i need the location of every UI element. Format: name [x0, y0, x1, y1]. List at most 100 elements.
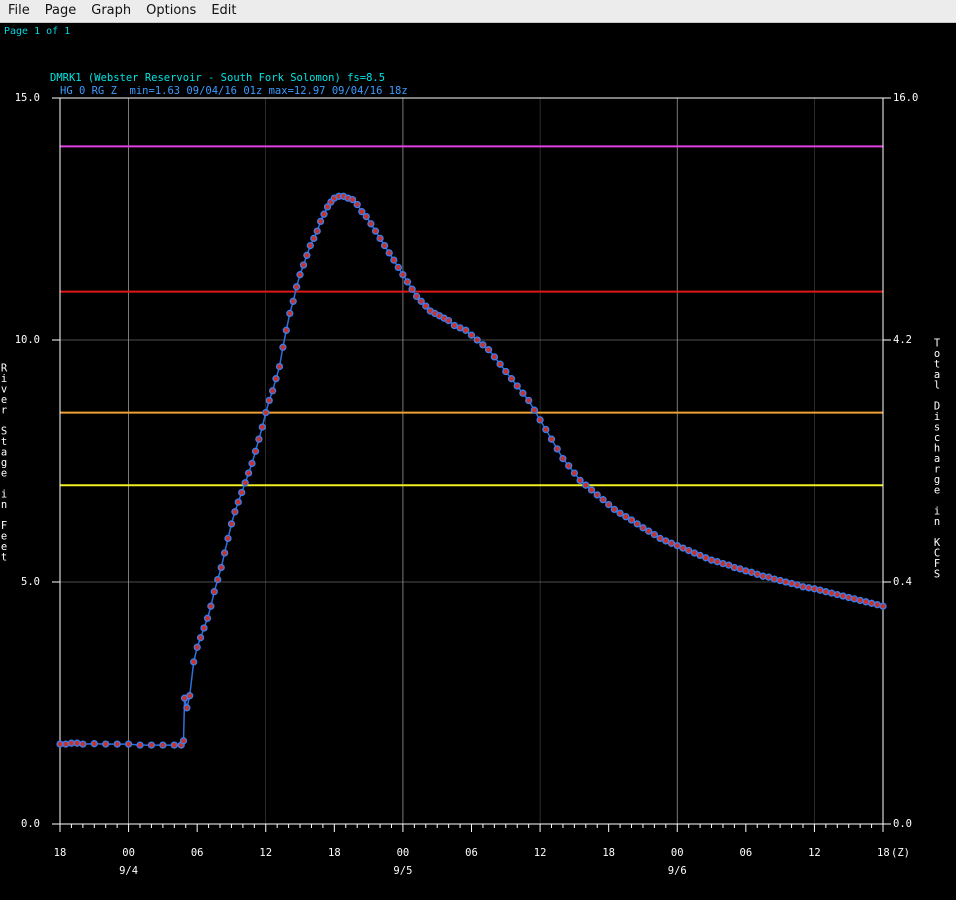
data-point — [770, 575, 779, 583]
data-point — [507, 375, 516, 383]
data-point — [380, 241, 389, 250]
data-point — [496, 360, 504, 368]
data-point — [599, 496, 607, 504]
x-tick-label: 00 — [397, 847, 410, 859]
data-point — [879, 602, 887, 610]
data-point — [265, 396, 273, 405]
x-tick-label: 06 — [465, 847, 478, 859]
y-tick-label: 5.0 — [21, 576, 40, 588]
chart-subtitle: HG 0 RG Z min=1.63 09/04/16 01z max=12.9… — [60, 85, 408, 97]
data-point — [234, 498, 242, 506]
data-point — [810, 585, 819, 593]
data-point — [582, 481, 590, 489]
data-point — [542, 425, 550, 434]
data-point — [353, 200, 361, 209]
data-point — [262, 408, 270, 417]
y2-tick-label: 0.0 — [893, 818, 912, 830]
data-point — [502, 367, 510, 376]
axes — [52, 97, 891, 832]
data-point — [645, 527, 653, 535]
x-tick-label: 18 — [54, 847, 67, 859]
data-point — [200, 624, 208, 632]
data-point — [605, 500, 613, 509]
x-tick-label: 06 — [191, 847, 204, 859]
data-point — [299, 261, 308, 269]
data-point — [170, 741, 178, 749]
y2-tick-label: 0.4 — [893, 576, 912, 588]
data-point — [367, 220, 375, 228]
data-point — [519, 389, 527, 397]
data-point — [484, 346, 493, 354]
data-point — [867, 599, 876, 607]
data-point — [799, 583, 807, 591]
data-point — [747, 568, 756, 576]
data-point — [275, 362, 284, 371]
data-point — [186, 692, 194, 700]
data-point — [268, 387, 277, 395]
x-tick-label: 00 — [122, 847, 135, 859]
data-point — [79, 740, 87, 748]
data-point — [292, 283, 301, 291]
data-point — [707, 556, 716, 564]
data-point — [296, 271, 304, 279]
x-tick-label: 18 — [877, 847, 890, 859]
data-point — [639, 524, 647, 532]
y-tick-label: 0.0 — [21, 818, 40, 830]
data-point — [633, 520, 641, 528]
data-point — [412, 292, 421, 301]
data-point — [90, 740, 98, 748]
data-point — [320, 210, 328, 218]
data-point — [547, 435, 556, 443]
data-point — [394, 263, 402, 272]
x-date-label: 9/5 — [393, 865, 412, 877]
data-point — [193, 643, 201, 651]
data-point — [371, 227, 380, 235]
threshold-lines — [60, 145, 883, 487]
data-point — [159, 741, 167, 749]
x-tick-label: 06 — [740, 847, 753, 859]
data-point — [210, 588, 218, 596]
y-tick-label: 10.0 — [15, 334, 40, 346]
x-tick-label: 18 — [328, 847, 341, 859]
data-point — [593, 491, 601, 499]
data-point — [358, 208, 366, 216]
data-point — [553, 445, 561, 453]
data-point — [203, 614, 212, 622]
data-point — [244, 469, 253, 477]
x-axis-unit: (Z) — [891, 847, 910, 859]
data-point — [183, 704, 191, 712]
data-point — [667, 539, 676, 547]
data-point — [570, 469, 579, 477]
data-point — [310, 234, 318, 243]
data-point — [479, 341, 487, 349]
data-point — [822, 588, 830, 596]
data-point — [408, 285, 416, 293]
data-point — [805, 584, 813, 592]
data-point — [730, 563, 739, 572]
data-point — [196, 634, 205, 642]
data-point — [467, 331, 476, 339]
data-point — [587, 486, 596, 494]
series-line — [60, 195, 884, 746]
data-point — [742, 567, 750, 575]
data-point — [282, 326, 290, 334]
data-point — [136, 741, 144, 749]
data-point — [255, 435, 263, 443]
data-point — [303, 251, 311, 259]
data-point — [238, 488, 246, 497]
data-point — [610, 505, 619, 514]
series-stage — [56, 192, 887, 749]
data-point — [759, 572, 767, 580]
data-point — [272, 375, 280, 383]
data-point — [73, 739, 81, 747]
data-point — [650, 530, 659, 539]
data-point — [113, 740, 121, 748]
y-axis-title: River Stage in Feet — [1, 363, 8, 564]
data-point — [390, 256, 398, 264]
data-point — [473, 336, 481, 344]
data-point — [348, 195, 357, 204]
hydrograph-chart: DMRK1 (Webster Reservoir - South Fork So… — [1, 72, 941, 877]
y2-tick-label: 4.2 — [893, 334, 912, 346]
data-point — [214, 575, 222, 584]
data-point — [845, 593, 853, 602]
